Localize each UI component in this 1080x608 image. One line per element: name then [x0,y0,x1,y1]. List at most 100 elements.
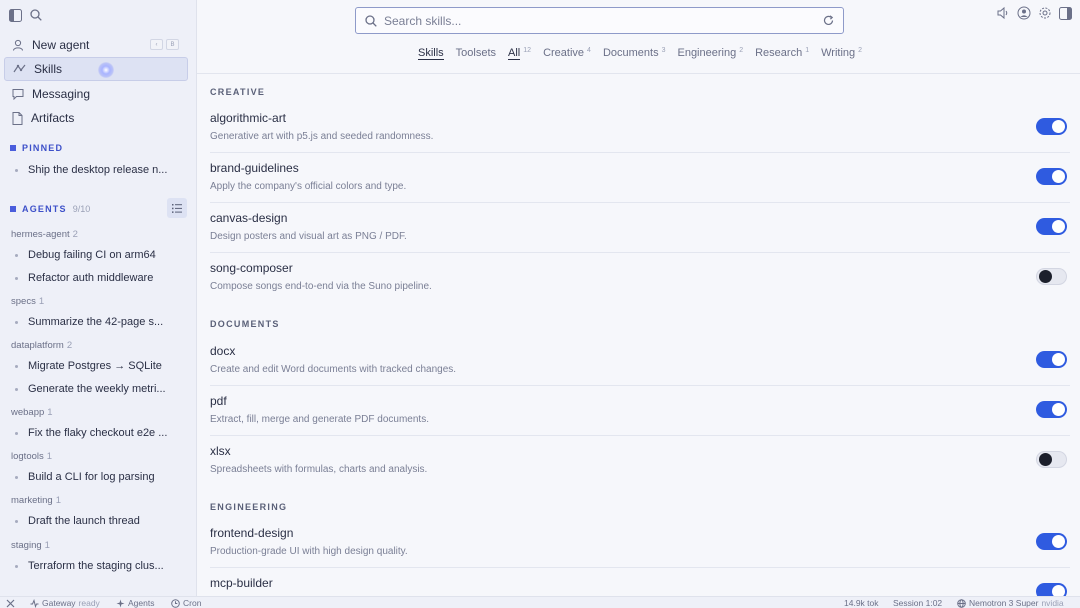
toggle-knob [1052,535,1065,548]
group-logtools: logtools 1 [11,451,53,462]
skill-name: frontend-design [210,526,294,540]
list-view-button[interactable] [167,198,187,218]
agent-item[interactable]: Summarize the 42-page s... [15,316,190,328]
gateway-status[interactable]: Gateway ready [30,597,100,608]
tab-writing[interactable]: Writing 2 [821,47,862,60]
agent-item[interactable]: Build a CLI for log parsing [15,471,190,483]
model-name: Nemotron 3 Super [969,598,1039,608]
cron-status[interactable]: Cron [171,597,201,608]
nav-new-agent-label: New agent [32,38,90,52]
model-selector[interactable]: Nemotron 3 Super nvidia [957,597,1064,608]
filter-tabs: Skills Toolsets All 12 Creative 4 Document… [418,47,862,60]
agent-item[interactable]: Draft the launch thread [15,515,190,527]
agent-item-label: Debug failing CI on arm64 [28,249,156,261]
nav-skills[interactable]: Skills [4,57,188,81]
tab-documents[interactable]: Documents 3 [603,47,666,60]
pinned-square-icon [10,145,16,151]
agents-title: AGENTS [22,204,67,214]
skill-toggle[interactable] [1036,451,1067,468]
agent-item-label: Migrate Postgres → SQLite [28,360,162,372]
tab-toolsets[interactable]: Toolsets [456,47,496,60]
skill-name: xlsx [210,444,231,458]
agent-item[interactable]: Terraform the staging clus... [15,560,190,572]
skill-toggle[interactable] [1036,583,1067,596]
tab-skills[interactable]: Skills [418,47,444,60]
skills-icon [13,63,26,75]
category-heading: CREATIVE [210,87,266,97]
skill-toggle[interactable] [1036,533,1067,550]
agent-item-label: Fix the flaky checkout e2e ... [28,427,168,439]
nav-artifacts[interactable]: Artifacts [4,106,188,130]
agent-item[interactable]: Fix the flaky checkout e2e ... [15,427,190,439]
window-actions [996,6,1072,20]
status-menu-icon[interactable] [6,597,15,608]
gateway-state: ready [78,598,100,608]
nav-messaging[interactable]: Messaging [4,82,188,106]
agents-status[interactable]: Agents [116,597,154,608]
top-bar: Skills Toolsets All12 Creative4 Document… [197,0,1080,74]
activity-icon [30,598,39,608]
group-specs: specs 1 [11,296,45,307]
tab-all[interactable]: All 12 [508,47,531,60]
pinned-title: PINNED [22,143,64,153]
agent-item[interactable]: Generate the weekly metri... [15,383,190,395]
group-hermes-agent: hermes-agent 2 [11,229,78,240]
agent-item[interactable]: Debug failing CI on arm64 [15,249,190,261]
agents-count: 9/10 [72,204,91,214]
gateway-label: Gateway [42,598,76,608]
refresh-icon[interactable] [823,15,834,26]
skill-toggle[interactable] [1036,351,1067,368]
skill-row: algorithmic-art Generative art with p5.j… [210,103,1070,153]
nav-new-agent[interactable]: New agent ‹ B [4,33,188,57]
toggle-knob [1052,403,1065,416]
skill-description: Apply the company's official colors and … [210,181,407,192]
user-icon [12,39,24,51]
skill-name: docx [210,344,236,358]
skill-toggle[interactable] [1036,218,1067,235]
agents-label: Agents [128,598,155,608]
search-icon[interactable] [30,9,42,21]
sidebar: New agent ‹ B Skills Messaging Artifacts [0,0,197,596]
skill-toggle[interactable] [1036,268,1067,285]
bullet-icon [15,253,18,257]
skill-description: Spreadsheets with formulas, charts and a… [210,464,428,475]
pinned-item-label: Ship the desktop release n... [28,164,168,176]
tab-creative[interactable]: Creative 4 [543,47,591,60]
account-icon[interactable] [1017,6,1031,20]
nav-artifacts-label: Artifacts [31,111,75,125]
group-staging: staging 1 [11,540,50,551]
tab-research[interactable]: Research 1 [755,47,809,60]
panel-toggle-icon[interactable] [1059,6,1072,20]
bullet-icon [15,276,18,280]
skill-toggle[interactable] [1036,168,1067,185]
skill-description: Generative art with p5.js and seeded ran… [210,131,434,142]
agent-item[interactable]: Refactor auth middleware [15,272,190,284]
gear-icon[interactable] [1038,6,1052,20]
agent-item-label: Draft the launch thread [28,515,140,527]
sidebar-toggle-icon[interactable] [9,8,22,22]
skill-toggle[interactable] [1036,401,1067,418]
bullet-icon [15,364,18,368]
bullet-icon [15,475,18,479]
list-icon [172,203,182,213]
category-heading: ENGINEERING [210,502,288,512]
search-input[interactable] [384,13,816,28]
skill-toggle[interactable] [1036,118,1067,135]
bullet-icon [15,519,18,523]
skill-name: algorithmic-art [210,111,287,125]
pinned-item[interactable]: Ship the desktop release n... [15,164,190,176]
agent-item-label: Generate the weekly metri... [28,383,166,395]
speaker-icon[interactable] [996,6,1010,20]
skill-row: frontend-design Production-grade UI with… [210,518,1070,568]
cursor-glow [98,62,114,78]
tab-engineering[interactable]: Engineering 2 [677,47,743,60]
skill-name: canvas-design [210,211,288,225]
skill-row: docx Create and edit Word documents with… [210,336,1070,386]
skill-row: mcp-builder [210,568,1070,596]
skill-row: song-composer Compose songs end-to-end v… [210,253,1070,303]
sidebar-toolbar [0,0,196,30]
toggle-knob [1052,220,1065,233]
search-box[interactable] [355,7,844,34]
cron-label: Cron [183,598,202,608]
agent-item[interactable]: Migrate Postgres → SQLite [15,360,190,372]
